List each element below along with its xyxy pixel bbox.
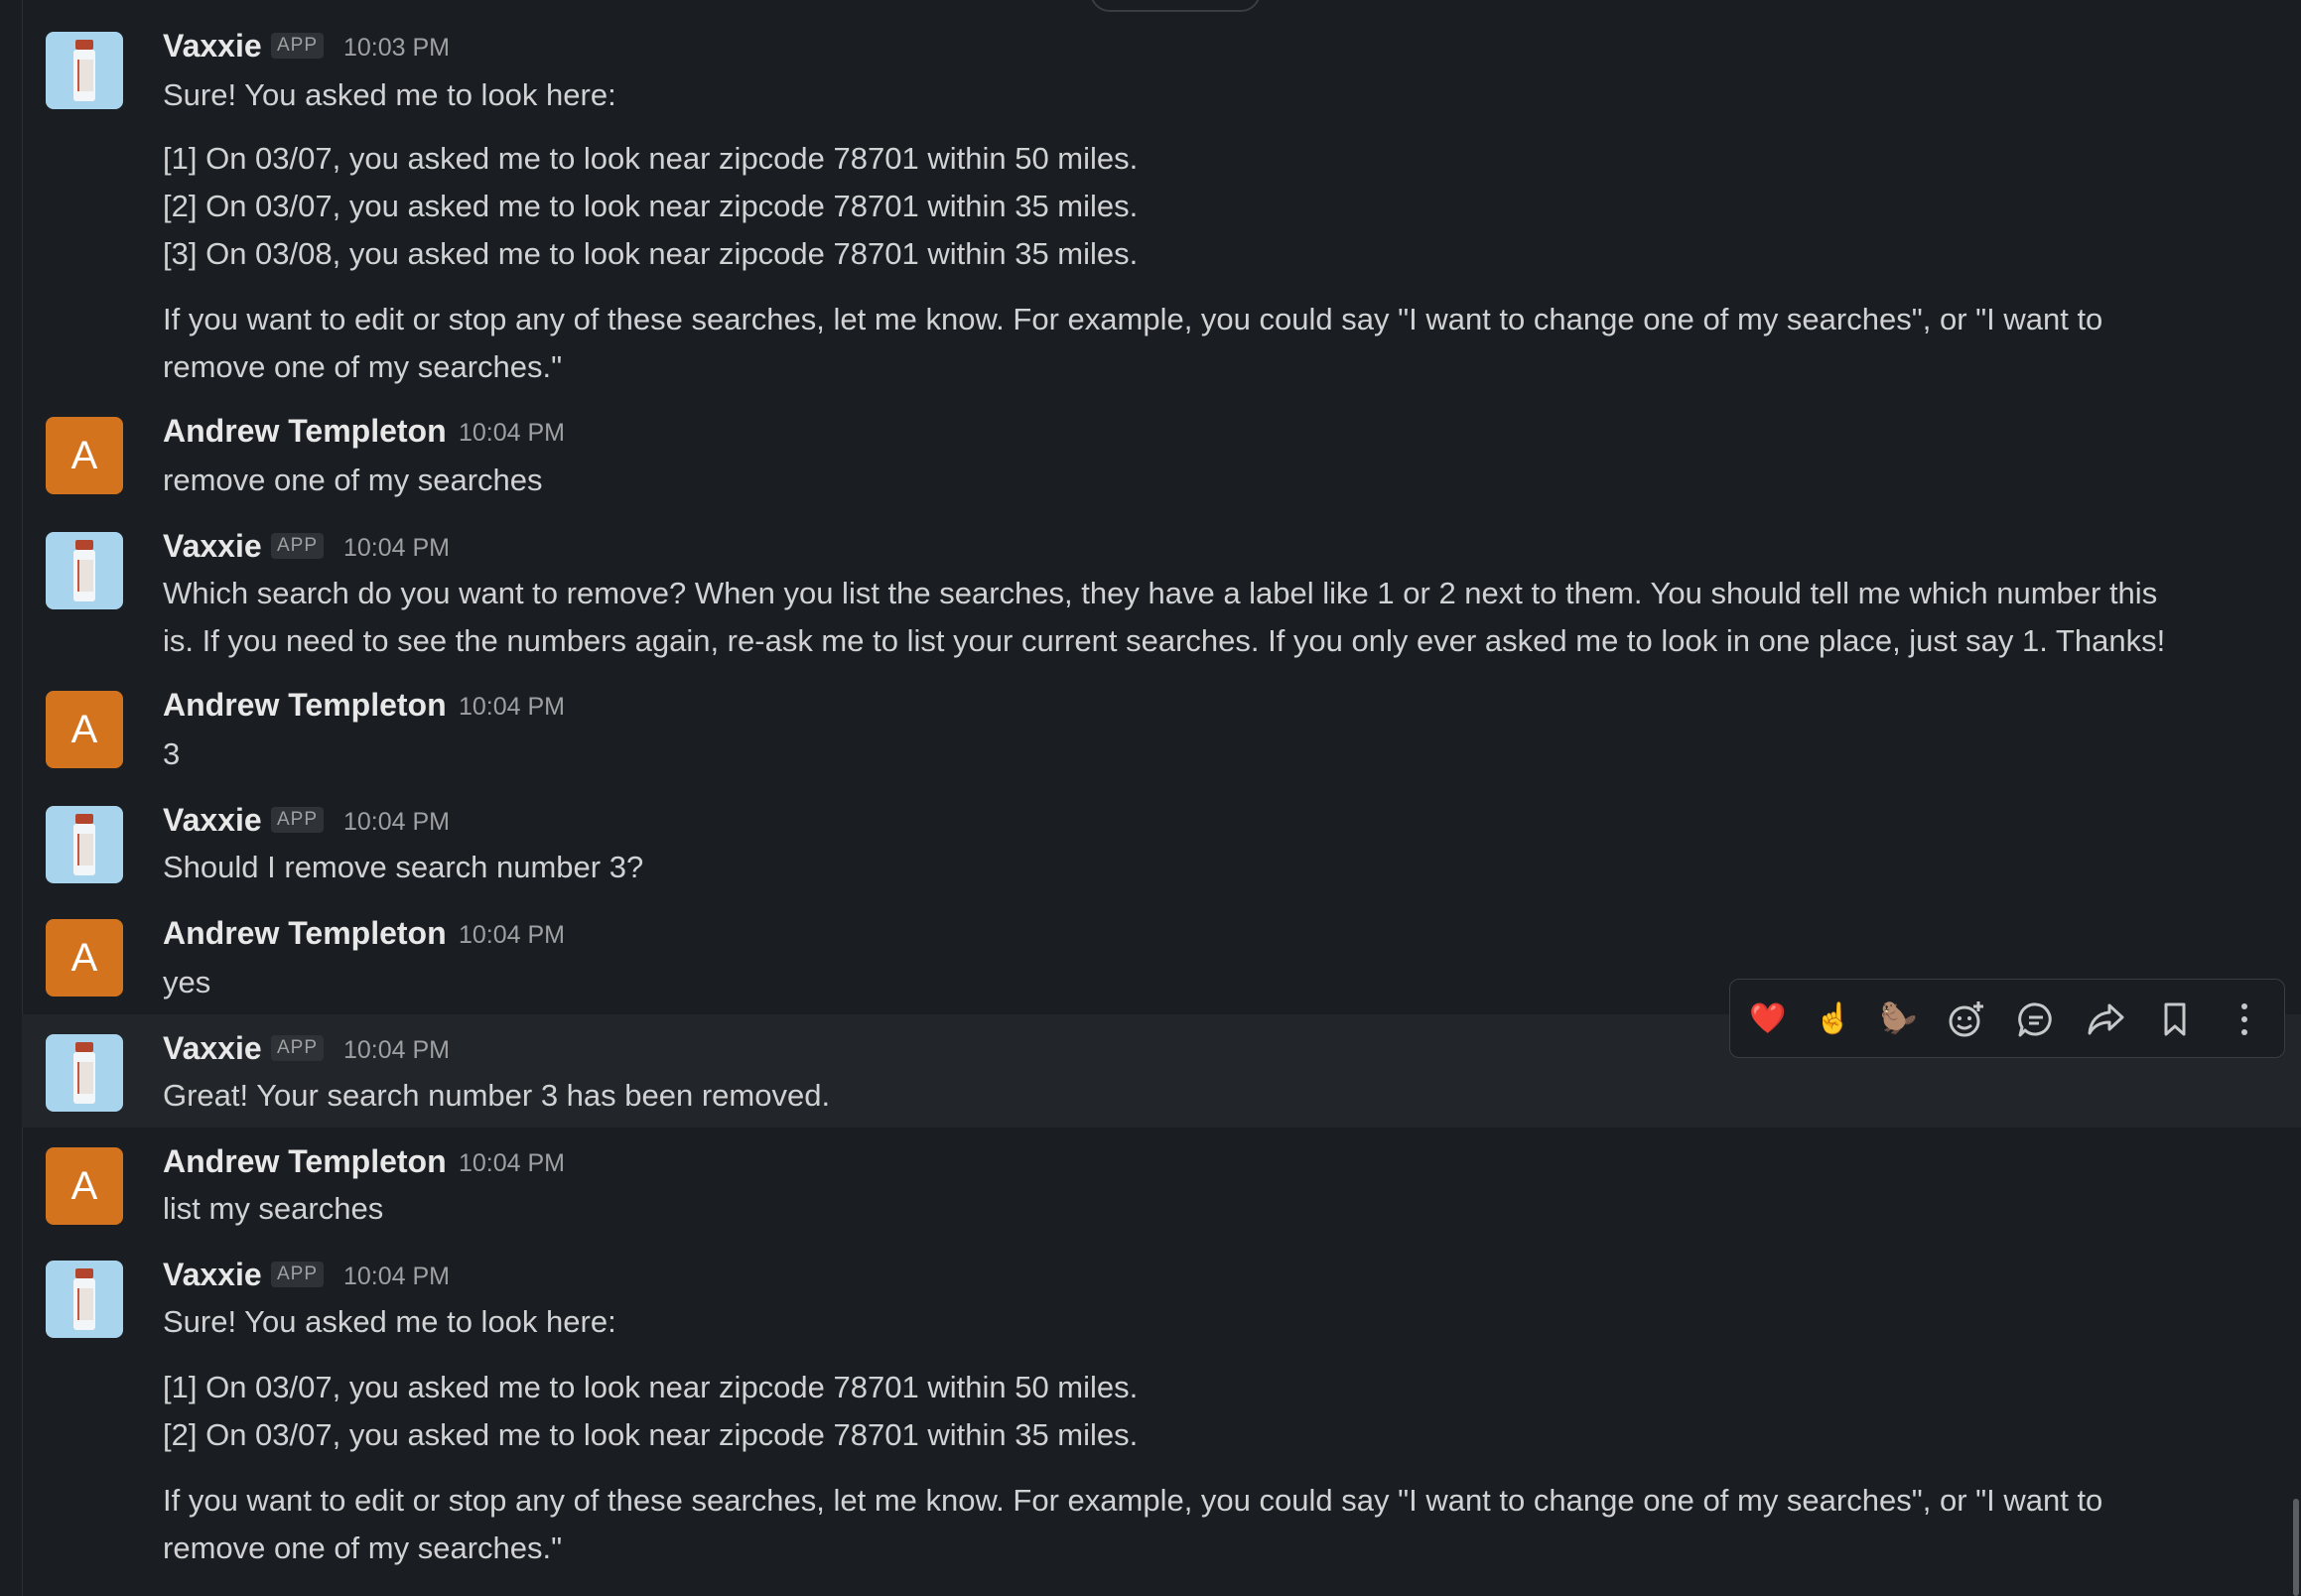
pane-divider [0,0,23,1596]
timestamp[interactable]: 10:03 PM [343,34,450,63]
message-text: Great! Your search number 3 has been rem… [163,1078,831,1113]
bookmark-icon[interactable] [2145,990,2205,1049]
message-text: is. If you need to see the numbers again… [163,623,2166,658]
list-item: [3] On 03/08, you asked me to look near … [163,236,1139,271]
vaccine-vial-icon [73,40,95,101]
list-item: [1] On 03/07, you asked me to look near … [163,141,1139,176]
message-text: Sure! You asked me to look here: [163,77,616,112]
app-badge: APP [271,1262,325,1287]
sender-name[interactable]: Andrew Templeton [163,1143,447,1180]
list-item: [2] On 03/07, you asked me to look near … [163,1417,1139,1452]
timestamp[interactable]: 10:04 PM [459,693,565,722]
sender-name[interactable]: Andrew Templeton [163,413,447,450]
point-up-emoji-button[interactable]: ☝️ [1804,990,1863,1049]
message-text: 3 [163,736,181,771]
timestamp[interactable]: 10:04 PM [459,921,565,950]
message-text: If you want to edit or stop any of these… [163,302,2103,336]
scrollbar-thumb[interactable] [2293,1499,2299,1596]
timestamp[interactable]: 10:04 PM [343,1263,450,1291]
share-icon[interactable] [2076,990,2135,1049]
message-text: Should I remove search number 3? [163,850,644,884]
message-text: remove one of my searches." [163,349,563,384]
sender-name[interactable]: Vaxxie [163,1030,262,1067]
timestamp[interactable]: 10:04 PM [343,808,450,837]
add-reaction-icon[interactable] [1937,990,1996,1049]
andrew-avatar[interactable]: A [46,1147,123,1225]
message-text: yes [163,965,211,999]
list-item: [1] On 03/07, you asked me to look near … [163,1370,1139,1404]
sender-name[interactable]: Andrew Templeton [163,915,447,952]
app-badge: APP [271,1035,325,1061]
message-text: Which search do you want to remove? When… [163,576,2158,610]
vaccine-vial-icon [73,814,95,875]
sender-name[interactable]: Andrew Templeton [163,687,447,724]
vaxxie-avatar[interactable] [46,1034,123,1112]
app-badge: APP [271,33,325,59]
andrew-avatar[interactable]: A [46,691,123,768]
message-text: If you want to edit or stop any of these… [163,1483,2103,1518]
message-text: remove one of my searches [163,463,543,497]
app-badge: APP [271,807,325,833]
vaccine-vial-icon [73,540,95,601]
timestamp[interactable]: 10:04 PM [343,534,450,563]
timestamp[interactable]: 10:04 PM [459,419,565,448]
message-pane: Vaxxie APP 10:03 PM Sure! You asked me t… [0,0,2301,1596]
sender-name[interactable]: Vaxxie [163,28,262,65]
heart-emoji-button[interactable]: ❤️ [1738,990,1798,1049]
vaxxie-avatar[interactable] [46,532,123,609]
timestamp[interactable]: 10:04 PM [459,1149,565,1178]
message-text: list my searches [163,1191,384,1226]
reply-thread-icon[interactable] [2006,990,2066,1049]
andrew-avatar[interactable]: A [46,919,123,997]
vaccine-vial-icon [73,1042,95,1104]
app-badge: APP [271,533,325,559]
beaver-emoji-button[interactable]: 🦫 [1869,990,1929,1049]
more-actions-icon[interactable] [2215,990,2274,1049]
vaccine-vial-icon [73,1268,95,1330]
list-item: [2] On 03/07, you asked me to look near … [163,189,1139,223]
message-text: Sure! You asked me to look here: [163,1304,616,1339]
message-text: remove one of my searches." [163,1530,563,1565]
timestamp[interactable]: 10:04 PM [343,1036,450,1065]
vaxxie-avatar[interactable] [46,32,123,109]
vaxxie-avatar[interactable] [46,806,123,883]
andrew-avatar[interactable]: A [46,417,123,494]
vaxxie-avatar[interactable] [46,1261,123,1338]
sender-name[interactable]: Vaxxie [163,802,262,839]
sender-name[interactable]: Vaxxie [163,528,262,565]
message-actions-toolbar: ❤️ ☝️ 🦫 [1729,979,2285,1058]
sender-name[interactable]: Vaxxie [163,1257,262,1293]
